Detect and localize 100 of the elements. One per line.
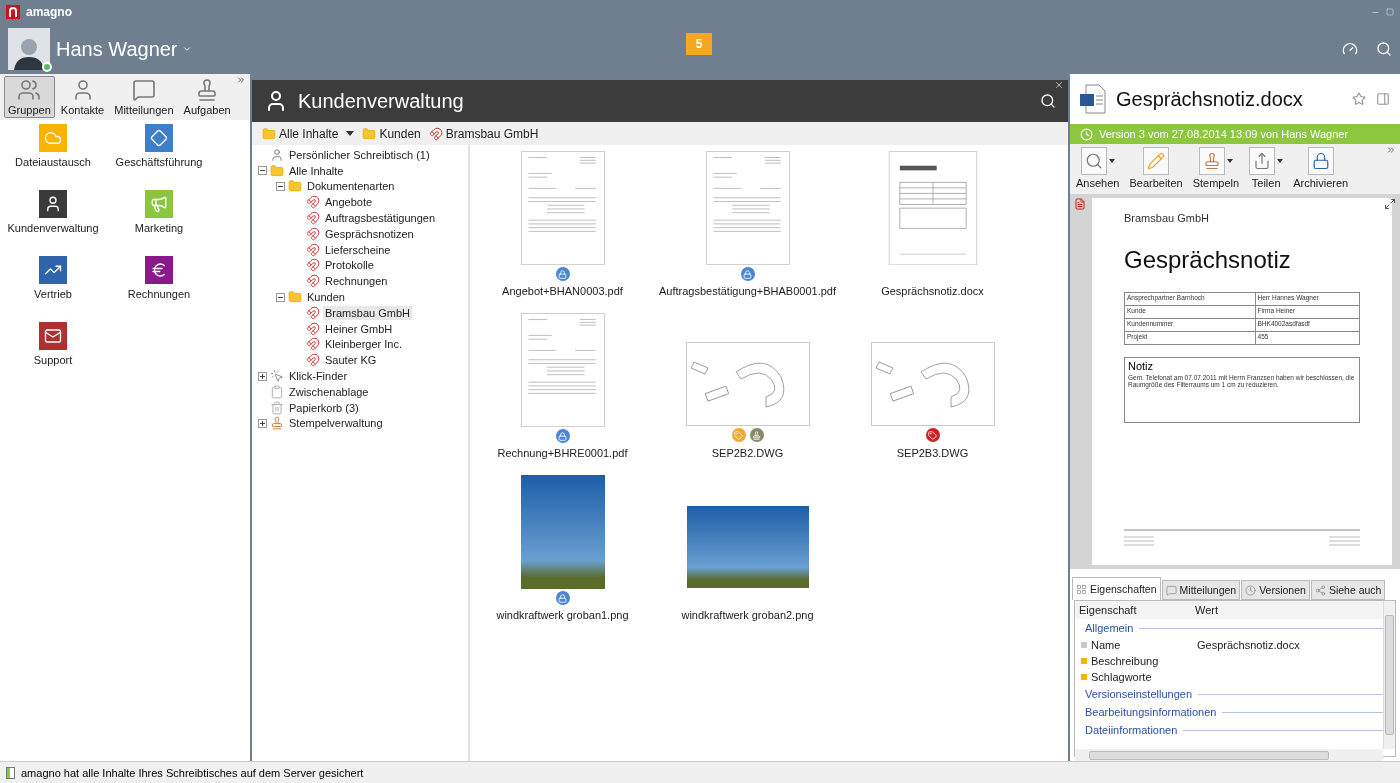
group-tile[interactable]: Dateiaustausch bbox=[0, 124, 106, 184]
stamp-icon bbox=[1202, 152, 1221, 170]
tree-item[interactable]: Papierkorb (3) bbox=[287, 400, 361, 415]
file-name[interactable]: windkraftwerk groban2.png bbox=[681, 609, 814, 621]
collapse-toggle[interactable] bbox=[258, 166, 267, 176]
horizontal-scrollbar[interactable] bbox=[1075, 749, 1383, 761]
tree-item[interactable]: Kunden bbox=[305, 290, 347, 305]
pencil-icon bbox=[1147, 152, 1166, 170]
fullscreen-icon[interactable] bbox=[1384, 198, 1396, 210]
collapse-toggle[interactable] bbox=[276, 182, 285, 191]
tree-item[interactable]: Bramsbau GmbH bbox=[323, 305, 412, 320]
magnet-icon bbox=[306, 305, 320, 320]
search-icon[interactable] bbox=[1040, 93, 1056, 109]
group-tile[interactable]: Kundenverwaltung bbox=[0, 190, 106, 250]
workspace-title: Kundenverwaltung bbox=[298, 89, 465, 113]
person-silhouette-icon bbox=[13, 36, 45, 70]
tree-item[interactable]: Angebote bbox=[323, 195, 375, 210]
magnet-icon bbox=[306, 337, 320, 352]
panel-tab[interactable]: Mitteilungen bbox=[1161, 580, 1241, 600]
breadcrumb-item[interactable]: Alle Inhalte bbox=[262, 126, 339, 141]
toolbar-button[interactable]: Archivieren bbox=[1291, 147, 1351, 194]
tree-item[interactable]: Auftragsbestätigungen bbox=[323, 211, 438, 226]
tree-item[interactable]: Zwischenablage bbox=[287, 384, 371, 399]
tree-item[interactable]: Persönlicher Schreibtisch (1) bbox=[287, 147, 432, 162]
magnet-icon bbox=[306, 242, 320, 257]
app-title: amagno bbox=[26, 5, 73, 19]
panel-tab[interactable]: Versionen bbox=[1241, 580, 1310, 600]
tree-item[interactable]: Dokumentenarten bbox=[305, 179, 397, 194]
group-tile[interactable]: Marketing bbox=[106, 190, 212, 250]
star-icon[interactable] bbox=[1352, 92, 1366, 106]
toolbar-button[interactable]: Bearbeiten bbox=[1127, 147, 1185, 194]
person-icon bbox=[270, 147, 284, 162]
group-tile[interactable]: Rechnungen bbox=[106, 256, 212, 316]
tree-item[interactable]: Rechnungen bbox=[323, 274, 390, 289]
caret-icon[interactable] bbox=[1108, 159, 1115, 163]
magnet-icon bbox=[306, 321, 320, 336]
sidebar-tab[interactable]: Mitteilungen bbox=[110, 76, 178, 118]
sidebar-tab[interactable]: Kontakte bbox=[56, 76, 109, 118]
toolbar-button[interactable]: Ansehen bbox=[1074, 147, 1122, 194]
vertical-scrollbar[interactable] bbox=[1383, 601, 1395, 749]
group-tile[interactable]: Support bbox=[0, 322, 106, 382]
property-name: Beschreibung bbox=[1091, 655, 1159, 667]
file-name[interactable]: SEP2B2.DWG bbox=[711, 447, 784, 459]
tree-item[interactable]: Alle Inhalte bbox=[287, 163, 346, 178]
speech-bubble-icon bbox=[1165, 584, 1177, 596]
toolbar-button[interactable]: Stempeln bbox=[1190, 147, 1242, 194]
tree-item[interactable]: Klick-Finder bbox=[287, 369, 350, 384]
gauge-icon[interactable] bbox=[1342, 41, 1358, 57]
tree-item[interactable]: Protokolle bbox=[323, 258, 376, 273]
clock-icon bbox=[1245, 584, 1257, 596]
section-title[interactable]: Allgemein bbox=[1085, 622, 1134, 634]
section-title[interactable]: Bearbeitungsinformationen bbox=[1085, 706, 1217, 718]
magnifier-icon bbox=[1084, 152, 1103, 170]
panel-tab[interactable]: Eigenschaften bbox=[1072, 577, 1161, 600]
breadcrumb-item[interactable]: Kunden bbox=[362, 126, 421, 141]
note-title: Notiz bbox=[1128, 360, 1155, 372]
tree-item[interactable]: Gesprächsnotizen bbox=[323, 226, 416, 241]
expand-toggle[interactable] bbox=[258, 418, 267, 428]
user-name[interactable]: Hans Wagner bbox=[56, 37, 178, 61]
document-title: Gesprächsnotiz.docx bbox=[1116, 87, 1304, 111]
caret-icon[interactable] bbox=[1277, 159, 1284, 163]
tree-item[interactable]: Sauter KG bbox=[323, 353, 379, 368]
file-name[interactable]: Angebot+BHAN0003.pdf bbox=[502, 285, 623, 297]
magnet-icon bbox=[306, 353, 320, 368]
close-button[interactable] bbox=[1054, 80, 1064, 90]
file-name[interactable]: Rechnung+BHRE0001.pdf bbox=[497, 447, 628, 459]
tree-item[interactable]: Heiner GmbH bbox=[323, 321, 395, 336]
group-tile[interactable]: Geschäftsführung bbox=[106, 124, 212, 184]
group-tile[interactable]: Vertrieb bbox=[0, 256, 106, 316]
pointer-icon bbox=[270, 369, 284, 384]
caret-icon[interactable] bbox=[1226, 159, 1233, 163]
folder-icon bbox=[270, 163, 284, 178]
sidebar-tab[interactable]: Aufgaben bbox=[179, 76, 235, 118]
file-name[interactable]: Auftragsbestätigung+BHAB0001.pdf bbox=[658, 285, 836, 297]
expand-toggle[interactable] bbox=[258, 371, 267, 381]
property-value: Gesprächsnotiz.docx bbox=[1197, 639, 1301, 651]
magnet-icon bbox=[428, 126, 443, 141]
sidebar-tab[interactable]: Gruppen bbox=[4, 76, 55, 118]
trash-icon bbox=[270, 400, 284, 415]
folder-icon bbox=[362, 126, 377, 141]
grid-icon bbox=[1076, 583, 1087, 595]
magnet-icon bbox=[306, 211, 320, 226]
panel-tab[interactable]: Siehe auch bbox=[1310, 580, 1386, 600]
file-name[interactable]: Gesprächsnotiz.docx bbox=[881, 285, 984, 297]
caret-icon[interactable] bbox=[346, 131, 355, 136]
breadcrumb-item[interactable]: Bramsbau GmbH bbox=[428, 126, 539, 141]
tree-item[interactable]: Lieferscheine bbox=[323, 242, 393, 257]
status-message: amagno hat alle Inhalte Ihres Schreibtisches auf dem Server gesichert bbox=[21, 766, 364, 779]
document-heading: Gesprächsnotiz bbox=[1124, 246, 1292, 274]
tree-item[interactable]: Stempelverwaltung bbox=[287, 416, 385, 431]
file-name[interactable]: windkraftwerk groban1.png bbox=[496, 609, 629, 621]
tree-item[interactable]: Kleinberger Inc. bbox=[323, 337, 405, 352]
section-title[interactable]: Dateiinformationen bbox=[1085, 724, 1178, 736]
sync-status-icon bbox=[6, 766, 15, 779]
toolbar-button[interactable]: Teilen bbox=[1247, 147, 1286, 194]
file-name[interactable]: SEP2B3.DWG bbox=[896, 447, 969, 459]
lock-icon bbox=[1311, 152, 1330, 170]
section-title[interactable]: Versionseinstellungen bbox=[1085, 688, 1193, 700]
pdf-icon bbox=[1074, 198, 1086, 210]
collapse-toggle[interactable] bbox=[276, 292, 285, 302]
